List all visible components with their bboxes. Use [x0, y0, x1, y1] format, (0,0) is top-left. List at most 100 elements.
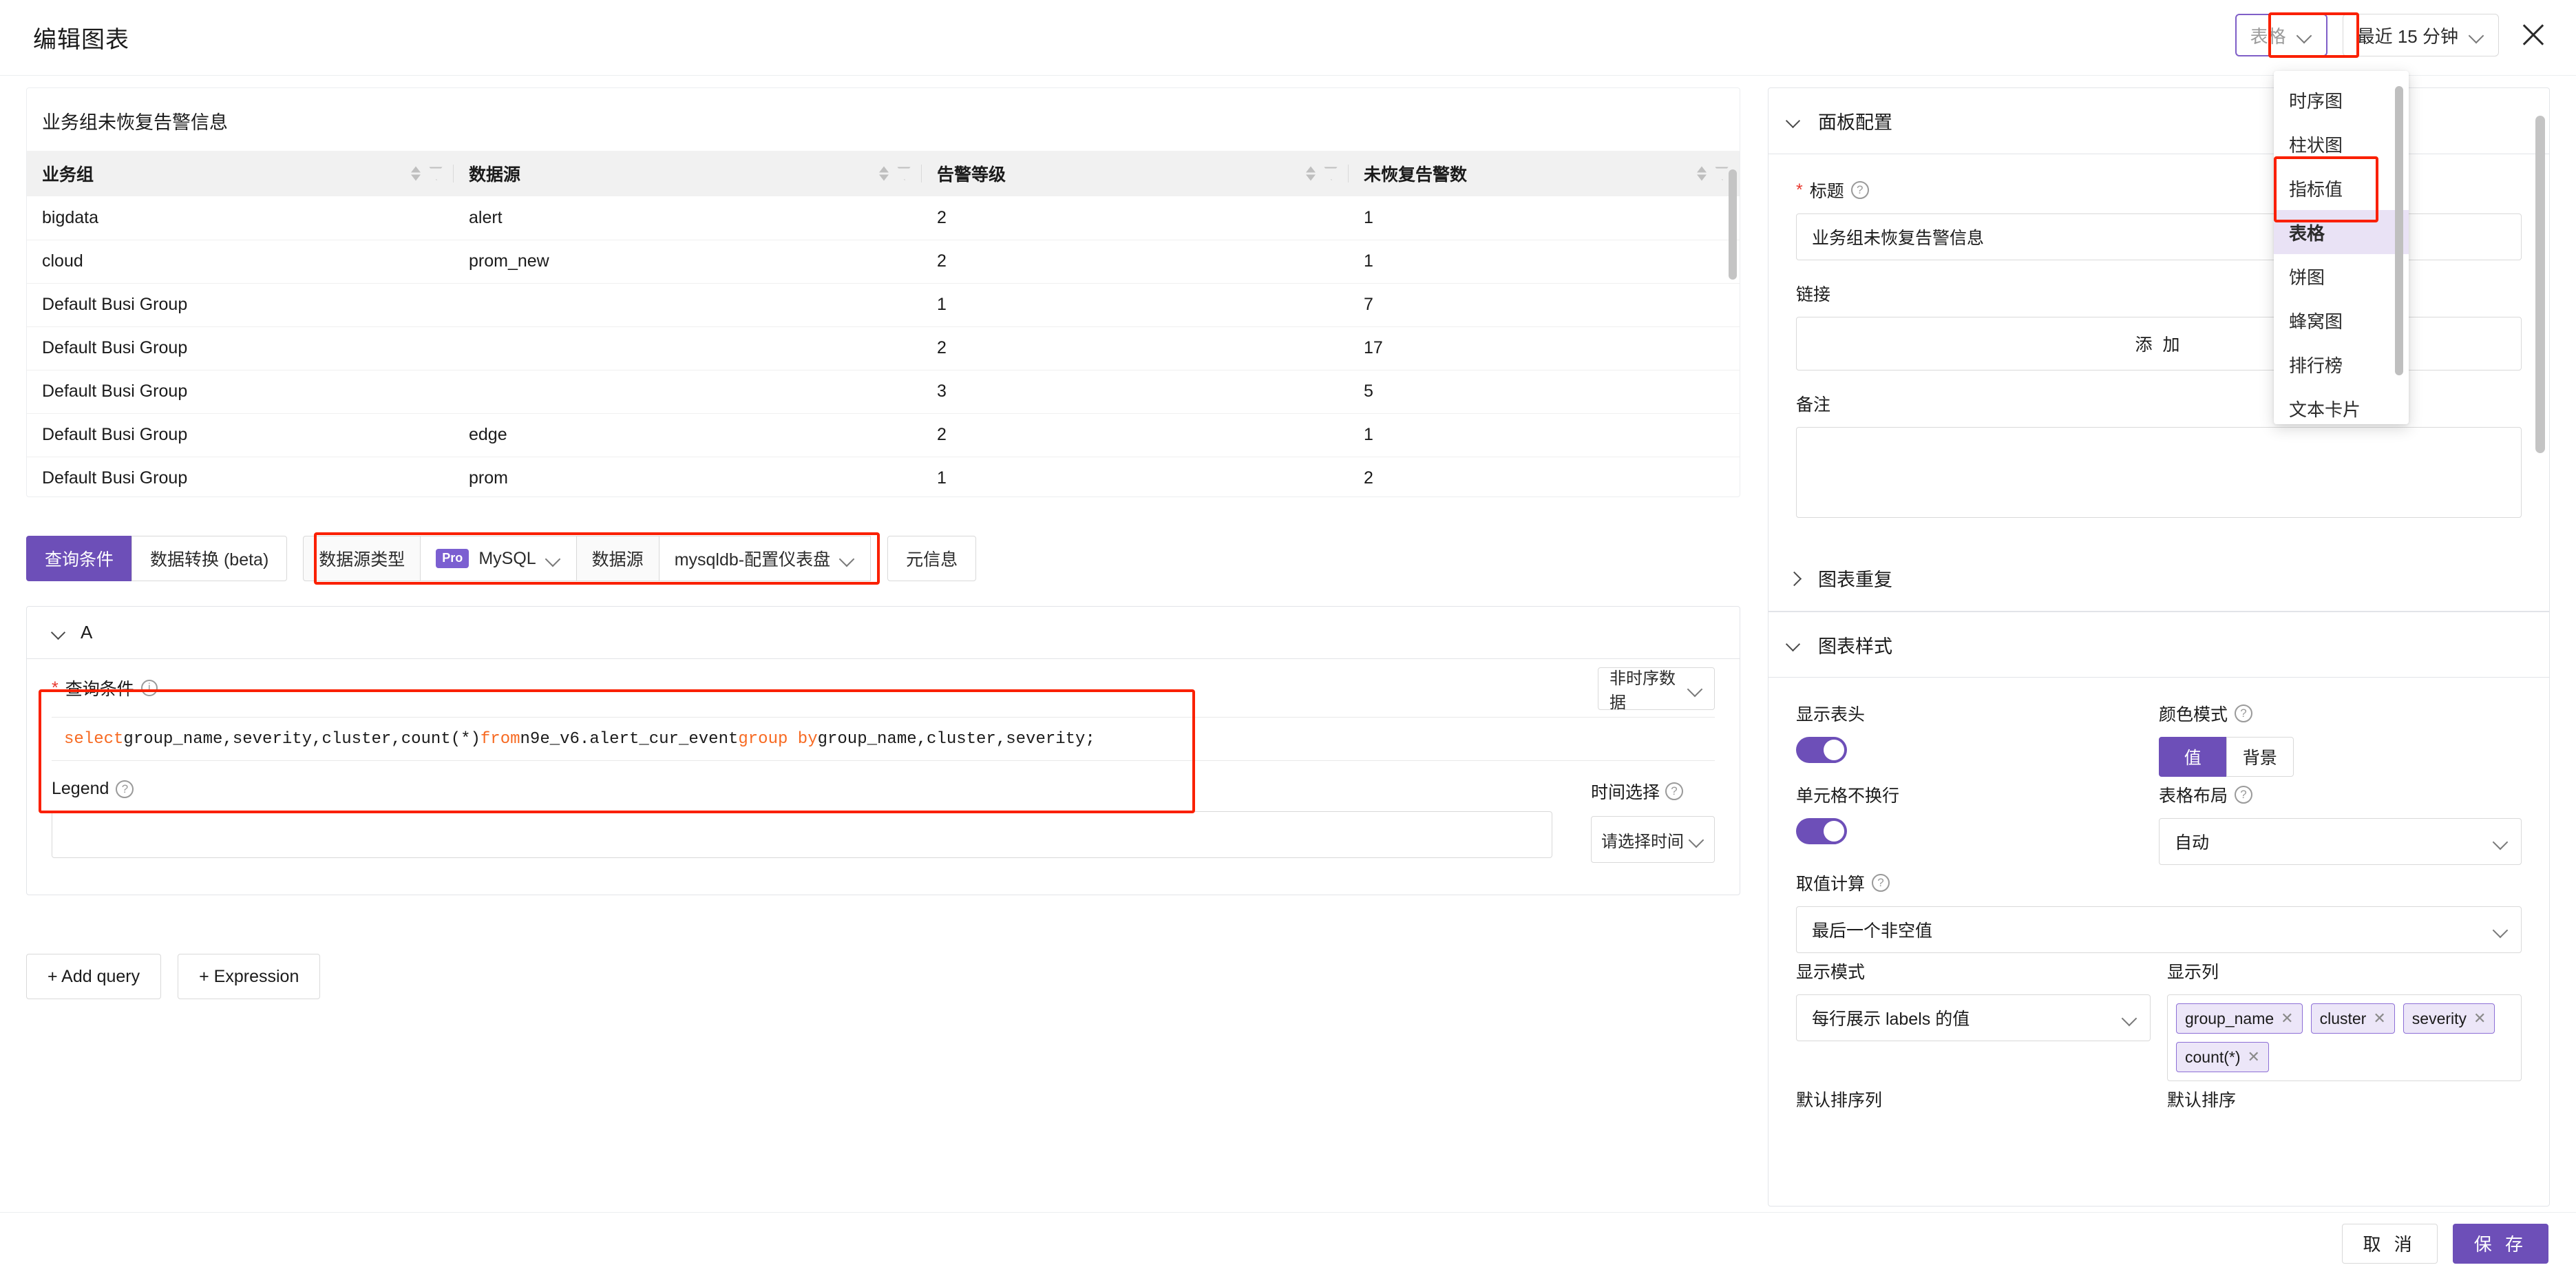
- help-icon[interactable]: ?: [2235, 786, 2253, 804]
- help-icon[interactable]: ?: [2235, 704, 2253, 722]
- menu-item-ranking[interactable]: 排行榜: [2274, 342, 2409, 386]
- display-mode-select[interactable]: 每行展示 labels 的值: [1796, 994, 2151, 1041]
- cell-count: 1: [1349, 413, 1740, 457]
- config-panel-scrollbar[interactable]: [2535, 116, 2545, 453]
- remove-tag-icon[interactable]: ✕: [2281, 1010, 2293, 1027]
- cell-severity: 1: [922, 457, 1349, 497]
- query-section-header[interactable]: A: [27, 607, 1740, 659]
- timeseries-mode-value: 非时序数据: [1609, 669, 1676, 712]
- chevron-down-icon: [2493, 834, 2509, 849]
- menu-item-table[interactable]: 表格: [2274, 210, 2409, 254]
- chart-repeat-title: 图表重复: [1818, 570, 1892, 590]
- cancel-button[interactable]: 取 消: [2341, 1223, 2438, 1264]
- table-layout-label-text: 表格布局: [2159, 786, 2228, 806]
- chart-style-section-header[interactable]: 图表样式: [1769, 612, 2549, 678]
- chart-type-dropdown-menu[interactable]: 时序图 柱状图 指标值 表格 饼图 蜂窝图 排行榜 文本卡片: [2274, 71, 2409, 424]
- menu-item-bar[interactable]: 柱状图: [2274, 122, 2409, 166]
- column-header-datasource[interactable]: 数据源: [454, 151, 922, 196]
- remove-tag-icon[interactable]: ✕: [2248, 1048, 2260, 1066]
- time-select-dropdown[interactable]: 请选择时间: [1591, 816, 1715, 863]
- show-header-toggle[interactable]: [1796, 737, 1847, 763]
- remove-tag-icon[interactable]: ✕: [2473, 1010, 2486, 1027]
- time-range-select[interactable]: 最近 15 分钟: [2342, 14, 2499, 56]
- menu-item-stat[interactable]: 指标值: [2274, 166, 2409, 210]
- chevron-right-icon[interactable]: [1786, 572, 1800, 585]
- filter-icon[interactable]: [429, 167, 443, 180]
- column-header-group[interactable]: 业务组: [27, 151, 454, 196]
- default-sort-col: 默认排序: [2167, 1081, 2522, 1111]
- chevron-down-icon[interactable]: [52, 626, 65, 640]
- link-add-button[interactable]: 添 加: [1796, 317, 2522, 370]
- sort-icon[interactable]: [1306, 166, 1316, 181]
- filter-icon[interactable]: [897, 167, 911, 180]
- close-icon[interactable]: [2514, 16, 2553, 54]
- legend-input[interactable]: [52, 811, 1552, 858]
- required-asterisk: *: [52, 678, 59, 698]
- remark-textarea[interactable]: [1796, 427, 2522, 518]
- tag-label: count(*): [2185, 1047, 2241, 1066]
- cell-datasource: prom_new: [454, 240, 922, 284]
- cell-group: Default Busi Group: [27, 370, 454, 414]
- menu-item-text[interactable]: 文本卡片: [2274, 386, 2409, 424]
- timeseries-mode-select[interactable]: 非时序数据: [1598, 667, 1715, 712]
- panel-config-title: 面板配置: [1818, 112, 1892, 133]
- column-header-severity[interactable]: 告警等级: [922, 151, 1349, 196]
- agg-value: 最后一个非空值: [1812, 921, 1933, 941]
- title-input[interactable]: 业务组未恢复告警信息: [1796, 213, 2522, 260]
- chevron-down-icon[interactable]: [1786, 114, 1800, 128]
- menu-item-timeseries[interactable]: 时序图: [2274, 78, 2409, 122]
- color-mode-background-option[interactable]: 背景: [2226, 737, 2294, 777]
- menu-item-pie[interactable]: 饼图: [2274, 254, 2409, 298]
- chart-type-select[interactable]: 表格: [2235, 14, 2327, 56]
- panel-config-section-header[interactable]: 面板配置: [1769, 88, 2549, 154]
- display-column-tag[interactable]: group_name ✕: [2176, 1003, 2303, 1034]
- add-query-button[interactable]: + Add query: [26, 954, 162, 999]
- tab-query-condition[interactable]: 查询条件: [26, 536, 133, 581]
- tab-data-transform[interactable]: 数据转换 (beta): [131, 536, 288, 581]
- nowrap-toggle[interactable]: [1796, 818, 1847, 844]
- sql-input[interactable]: select group_name,severity,cluster,count…: [52, 717, 1715, 761]
- display-column-tag[interactable]: count(*) ✕: [2176, 1042, 2269, 1072]
- tab-meta-info[interactable]: 元信息: [887, 536, 977, 581]
- datasource-select[interactable]: mysqldb-配置仪表盘: [658, 536, 872, 581]
- help-icon[interactable]: ?: [1665, 782, 1684, 800]
- sort-icon[interactable]: [411, 166, 421, 181]
- help-icon[interactable]: ?: [116, 780, 134, 798]
- chart-repeat-section-header[interactable]: 图表重复: [1769, 545, 2549, 612]
- menu-item-hexbin[interactable]: 蜂窝图: [2274, 298, 2409, 342]
- display-column-tag[interactable]: severity ✕: [2403, 1003, 2495, 1034]
- help-icon[interactable]: ?: [1872, 874, 1890, 892]
- chevron-down-icon: [2122, 1010, 2137, 1025]
- preview-table-scrollbar[interactable]: [1729, 169, 1737, 280]
- table-layout-select[interactable]: 自动: [2159, 818, 2522, 865]
- cell-count: 17: [1349, 326, 1740, 370]
- column-header-count[interactable]: 未恢复告警数: [1349, 151, 1740, 196]
- datasource-group: 数据源类型 Pro MySQL 数据源 mysqldb-配置仪表盘: [303, 536, 872, 581]
- dropdown-scrollbar[interactable]: [2395, 86, 2403, 375]
- datasource-type-select[interactable]: Pro MySQL: [420, 536, 577, 581]
- sort-icon[interactable]: [879, 166, 889, 181]
- datasource-value: mysqldb-配置仪表盘: [674, 550, 831, 570]
- add-expression-button[interactable]: + Expression: [178, 954, 321, 999]
- chevron-down-icon[interactable]: [1786, 638, 1800, 651]
- remove-tag-icon[interactable]: ✕: [2373, 1010, 2385, 1027]
- agg-select[interactable]: 最后一个非空值: [1796, 906, 2522, 953]
- sort-icon[interactable]: [1697, 166, 1707, 181]
- display-column-tag[interactable]: cluster ✕: [2310, 1003, 2395, 1034]
- query-condition-label: * 查询条件 i: [52, 676, 1715, 700]
- save-button[interactable]: 保 存: [2452, 1223, 2548, 1264]
- pro-badge: Pro: [436, 549, 469, 568]
- display-columns-tagbox[interactable]: group_name ✕ cluster ✕ severity ✕ count(*) ✕: [2167, 994, 2522, 1081]
- info-icon[interactable]: i: [140, 680, 158, 696]
- cell-count: 1: [1349, 240, 1740, 284]
- display-mode-value: 每行展示 labels 的值: [1812, 1010, 1970, 1029]
- legend-label: Legend ?: [52, 779, 1715, 799]
- color-mode-label: 颜色模式 ?: [2159, 701, 2522, 726]
- table-header-row: 业务组 数据源 告警等级 未恢复告警数: [27, 151, 1740, 196]
- time-select-label: 时间选择 ?: [1591, 779, 1715, 804]
- table-layout-label: 表格布局 ?: [2159, 782, 2522, 807]
- color-mode-value-option[interactable]: 值: [2159, 737, 2227, 777]
- help-icon[interactable]: ?: [1850, 181, 1869, 199]
- filter-icon[interactable]: [1324, 167, 1338, 180]
- filter-icon[interactable]: [1715, 167, 1729, 180]
